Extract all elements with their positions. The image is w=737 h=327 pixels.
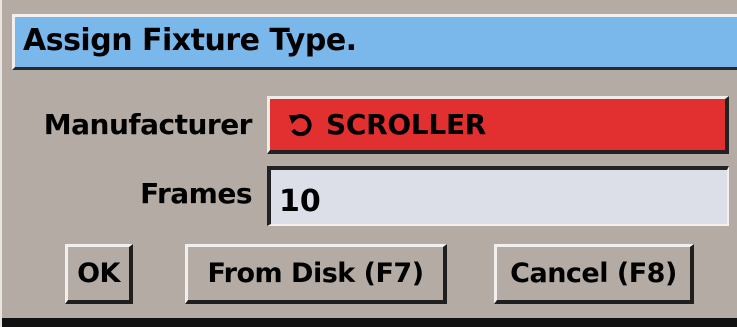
ok-button[interactable]: OK xyxy=(65,244,133,304)
from-disk-button[interactable]: From Disk (F7) xyxy=(185,244,447,304)
manufacturer-selector-button[interactable]: SCROLLER xyxy=(267,96,729,154)
dialog-title: Assign Fixture Type. xyxy=(23,23,357,58)
cancel-button[interactable]: Cancel (F8) xyxy=(494,244,694,304)
cycle-arrow-icon xyxy=(288,111,314,139)
title-bar: Assign Fixture Type. xyxy=(12,14,737,70)
dialog-bottom-edge xyxy=(2,318,737,327)
manufacturer-value: SCROLLER xyxy=(326,108,487,141)
assign-fixture-type-dialog: Assign Fixture Type. Manufacturer SCROLL… xyxy=(0,0,737,327)
manufacturer-label: Manufacturer xyxy=(43,108,253,141)
frames-label: Frames xyxy=(140,177,252,210)
frames-input[interactable] xyxy=(267,166,729,226)
